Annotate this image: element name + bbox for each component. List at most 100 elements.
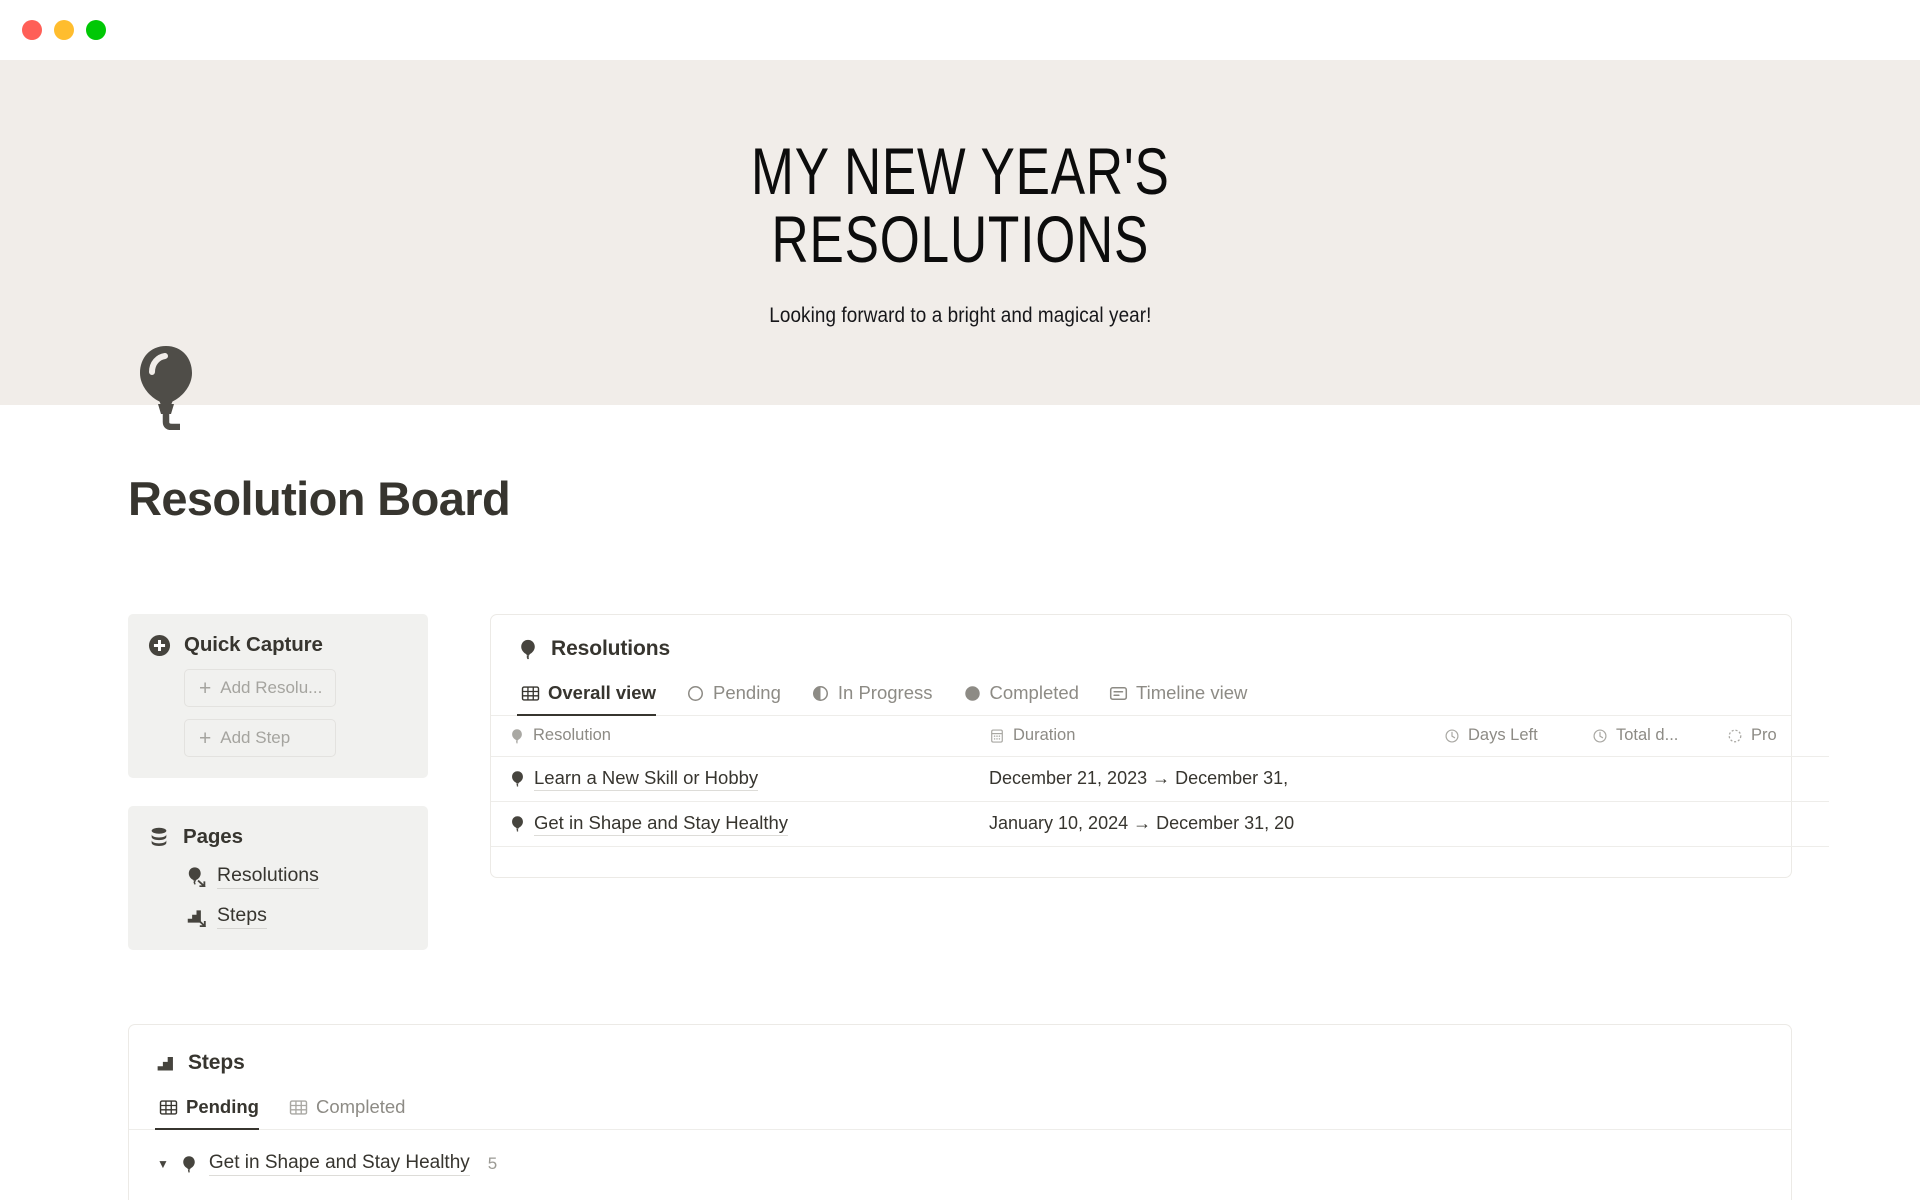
page-link-steps[interactable]: Steps — [186, 904, 406, 929]
cell-resolution[interactable]: Learn a New Skill or Hobby — [491, 756, 971, 802]
plus-icon: + — [199, 676, 212, 700]
resolution-title-link[interactable]: Get in Shape and Stay Healthy — [534, 812, 789, 836]
resolutions-table: Resolution Duration Days Left Total d...… — [491, 716, 1829, 847]
balloon-icon — [509, 815, 526, 832]
close-button[interactable] — [22, 20, 42, 40]
column-label: Pro — [1751, 726, 1777, 745]
balloon-icon — [509, 728, 525, 744]
timeline-icon — [1109, 684, 1128, 703]
page-link-label: Steps — [217, 904, 267, 929]
pages-panel: Pages Resolutions Steps — [128, 806, 428, 950]
chevron-down-icon[interactable]: ▼ — [157, 1158, 169, 1170]
group-count: 5 — [487, 1154, 498, 1173]
tab-steps-completed[interactable]: Completed — [285, 1092, 417, 1129]
resolutions-db-title: Resolutions — [551, 637, 671, 660]
add-step-label: Add Step — [220, 728, 291, 747]
resolutions-db-header: Resolutions — [491, 637, 1791, 661]
steps-database-card: Steps Pending Completed ▼ Get in Shape a… — [128, 1024, 1792, 1200]
document-body: Resolution Board Quick Capture + Add Res… — [0, 471, 1920, 1200]
stairs-link-icon — [186, 906, 207, 927]
steps-db-header: Steps — [129, 1051, 1791, 1075]
duration-value: December 21, 2023 → December 31, — [989, 768, 1289, 788]
add-step-button[interactable]: + Add Step — [184, 719, 336, 757]
clock-icon — [1592, 728, 1608, 744]
tab-label: Timeline view — [1135, 682, 1248, 703]
plus-icon: + — [199, 726, 212, 750]
tab-label: Pending — [186, 1096, 259, 1117]
cell-duration[interactable]: December 21, 2023 → December 31, — [971, 756, 1426, 802]
column-header-resolution[interactable]: Resolution — [491, 716, 971, 757]
table-icon — [159, 1098, 178, 1117]
tab-label: Completed — [315, 1096, 406, 1117]
column-label: Duration — [1013, 726, 1076, 745]
left-column: Quick Capture + Add Resolu... + Add Step — [128, 614, 428, 950]
stairs-icon — [155, 1053, 176, 1074]
quick-capture-title: Quick Capture — [184, 633, 323, 656]
cell-total-days[interactable] — [1574, 756, 1709, 802]
cover-title: MY NEW YEAR'S RESOLUTIONS — [750, 134, 1170, 276]
column-header-days-left[interactable]: Days Left — [1426, 716, 1574, 757]
content-columns: Quick Capture + Add Resolu... + Add Step — [128, 614, 1829, 950]
right-column: Resolutions Overall view Pending In Prog… — [490, 614, 1829, 878]
steps-view-tabs: Pending Completed — [129, 1092, 1791, 1130]
column-header-progress[interactable]: Pro — [1709, 716, 1829, 757]
steps-db-title: Steps — [188, 1051, 245, 1074]
minimize-button[interactable] — [54, 20, 74, 40]
tab-in-progress[interactable]: In Progress — [807, 678, 945, 715]
balloon-icon[interactable] — [128, 342, 204, 430]
resolutions-view-tabs: Overall view Pending In Progress Complet… — [491, 678, 1791, 716]
table-icon — [521, 684, 540, 703]
steps-group-row[interactable]: ▼ Get in Shape and Stay Healthy 5 — [129, 1130, 1791, 1176]
tab-pending[interactable]: Pending — [682, 678, 793, 715]
page-link-resolutions[interactable]: Resolutions — [186, 864, 406, 889]
column-label: Days Left — [1468, 726, 1538, 745]
quick-capture-header: Quick Capture — [148, 633, 406, 657]
cell-duration[interactable]: January 10, 2024 → December 31, 20 — [971, 801, 1426, 847]
resolutions-database-card: Resolutions Overall view Pending In Prog… — [490, 614, 1829, 878]
calendar-icon — [989, 728, 1005, 744]
table-row[interactable]: Learn a New Skill or Hobby December 21, … — [491, 756, 1829, 802]
cell-total-days[interactable] — [1574, 801, 1709, 847]
resolution-title-link[interactable]: Learn a New Skill or Hobby — [534, 767, 759, 791]
circle-full-icon — [963, 684, 982, 703]
column-header-duration[interactable]: Duration — [971, 716, 1426, 757]
pages-header: Pages — [148, 825, 406, 849]
tab-completed[interactable]: Completed — [959, 678, 1091, 715]
circle-half-icon — [811, 684, 830, 703]
add-resolution-button[interactable]: + Add Resolu... — [184, 669, 336, 707]
add-resolution-label: Add Resolu... — [220, 678, 323, 697]
tab-label: In Progress — [837, 682, 933, 703]
dashed-circle-icon — [1727, 728, 1743, 744]
cover-subtitle: Looking forward to a bright and magical … — [768, 303, 1152, 327]
column-header-total-days[interactable]: Total d... — [1574, 716, 1709, 757]
cell-days-left[interactable] — [1426, 756, 1574, 802]
table-header-row: Resolution Duration Days Left Total d...… — [491, 716, 1829, 757]
balloon-link-icon — [186, 866, 207, 887]
column-label: Total d... — [1616, 726, 1679, 745]
group-title-link[interactable]: Get in Shape and Stay Healthy — [208, 1152, 470, 1176]
duration-value: January 10, 2024 → December 31, 20 — [989, 813, 1295, 833]
page-cover: MY NEW YEAR'S RESOLUTIONS Looking forwar… — [0, 60, 1920, 430]
balloon-icon — [517, 638, 539, 660]
tab-timeline-view[interactable]: Timeline view — [1105, 678, 1259, 715]
tab-label: Completed — [989, 682, 1079, 703]
quick-capture-panel: Quick Capture + Add Resolu... + Add Step — [128, 614, 428, 778]
cell-progress[interactable] — [1709, 756, 1829, 802]
page-link-label: Resolutions — [217, 864, 319, 889]
table-row[interactable]: Get in Shape and Stay Healthy January 10… — [491, 801, 1829, 847]
cell-days-left[interactable] — [1426, 801, 1574, 847]
cell-progress[interactable] — [1709, 801, 1829, 847]
circle-empty-icon — [686, 684, 705, 703]
pages-title: Pages — [183, 825, 243, 848]
balloon-icon — [180, 1155, 198, 1173]
column-label: Resolution — [533, 726, 611, 745]
zoom-button[interactable] — [86, 20, 106, 40]
tab-overall-view[interactable]: Overall view — [517, 678, 668, 716]
tab-label: Pending — [712, 682, 781, 703]
tab-steps-pending[interactable]: Pending — [155, 1092, 271, 1130]
database-stack-icon — [148, 826, 170, 848]
clock-icon — [1444, 728, 1460, 744]
cell-resolution[interactable]: Get in Shape and Stay Healthy — [491, 801, 971, 847]
plus-circle-icon — [148, 634, 171, 657]
page-title: Resolution Board — [128, 472, 511, 525]
